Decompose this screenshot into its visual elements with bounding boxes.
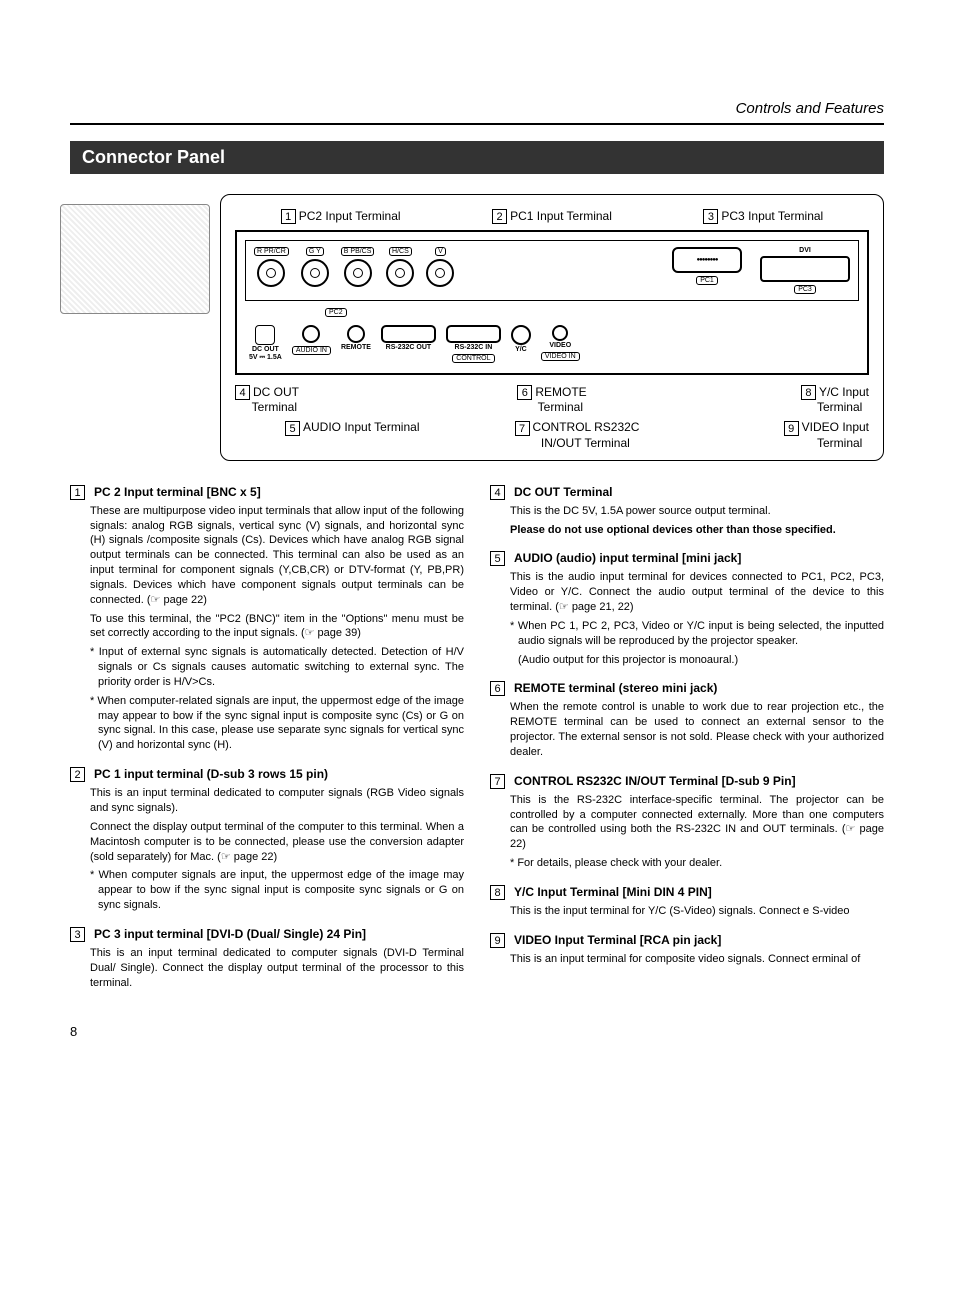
item-7-title: CONTROL RS232C IN/OUT Terminal [D-sub 9 … [514,774,796,788]
header-rule [70,123,884,125]
item-1-p2: To use this terminal, the "PC2 (BNC)" it… [90,612,464,642]
video-label: VIDEO [549,342,571,349]
bnc-b [344,259,372,287]
callout-1: PC2 Input Terminal [299,209,401,223]
rs232-in-port [446,325,501,343]
callout-6b: Terminal [538,400,583,414]
callout-5: AUDIO Input Terminal [303,420,420,434]
description-columns: 1PC 2 Input terminal [BNC x 5] These are… [70,485,884,1005]
item-3-p1: This is an input terminal dedicated to c… [90,946,464,991]
item-3-title: PC 3 input terminal [DVI-D (Dual/ Single… [94,927,366,941]
yc-label: Y/C [515,346,527,353]
item-5-p1: This is the audio input terminal for dev… [510,570,884,615]
callout-num-1: 1 [281,209,296,224]
audio-jack [302,325,320,343]
item-7-p1: This is the RS-232C interface-specific t… [510,793,884,852]
item-1-n2: * When computer-related signals are inpu… [90,694,464,753]
audioin-label: AUDIO IN [292,346,331,355]
item-5-n2: (Audio output for this projector is mono… [510,653,884,668]
bnc-label-g: G Y [306,247,324,256]
callout-7b: IN/OUT Terminal [541,436,630,450]
callout-8b: Terminal [817,400,862,414]
bnc-label-h: H/CS [389,247,412,256]
yc-port [511,325,531,345]
dcout-label2: 5V ⎓ 1.5A [249,354,282,361]
bnc-label-v: V [435,247,446,256]
connector-diagram: 1PC2 Input Terminal 2PC1 Input Terminal … [220,194,884,461]
item-4-title: DC OUT Terminal [514,485,612,499]
bnc-label-b: B PB/CS [341,247,375,256]
callout-num-3: 3 [703,209,718,224]
dcout-port [255,325,275,345]
video-port [552,325,568,341]
callout-7a: CONTROL RS232C [533,420,640,434]
dcout-label1: DC OUT [252,346,279,353]
header-section: Controls and Features [70,100,884,117]
pc3-dvi-port [760,256,850,282]
page-number: 8 [70,1024,884,1039]
item-2-p2: Connect the display output terminal of t… [90,820,464,865]
item-8-p1: This is the input terminal for Y/C (S-Vi… [510,904,884,919]
bnc-r [257,259,285,287]
callout-9b: Terminal [817,436,862,450]
remote-label: REMOTE [341,344,371,351]
item-1-p1: These are multipurpose video input termi… [90,504,464,608]
item-6-p1: When the remote control is unable to wor… [510,700,884,759]
videoin-label: VIDEO IN [541,352,580,361]
callout-4b: Terminal [252,400,297,414]
item-4-p1: This is the DC 5V, 1.5A power source out… [510,504,884,519]
remote-jack [347,325,365,343]
item-5-title: AUDIO (audio) input terminal [mini jack] [514,551,741,565]
rsout-label: RS-232C OUT [386,344,432,351]
pc1-port [672,247,742,273]
callout-9a: VIDEO Input [802,420,869,434]
item-9-title: VIDEO Input Terminal [RCA pin jack] [514,933,721,947]
pc3-label: PC3 [794,285,816,294]
item-1-n1: * Input of external sync signals is auto… [90,645,464,690]
item-9-p1: This is an input terminal for composite … [510,952,884,967]
callout-3: PC3 Input Terminal [721,209,823,223]
pc1-label: PC1 [696,276,718,285]
callout-2: PC1 Input Terminal [510,209,612,223]
item-2-p1: This is an input terminal dedicated to c… [90,786,464,816]
connector-panel-drawing: R PR/CR G Y B PB/CS H/CS V PC1 DVI PC3 P… [235,230,869,375]
control-label: CONTROL [452,354,494,363]
bnc-label-r: R PR/CR [254,247,289,256]
bnc-h [386,259,414,287]
rsin-label: RS-232C IN [455,344,493,351]
projector-illustration [60,204,210,314]
item-6-title: REMOTE terminal (stereo mini jack) [514,681,717,695]
callout-6a: REMOTE [535,385,586,399]
item-2-title: PC 1 input terminal (D-sub 3 rows 15 pin… [94,767,328,781]
item-7-n1: * For details, please check with your de… [510,856,884,871]
rs232-out-port [381,325,436,343]
callout-4a: DC OUT [253,385,299,399]
pc2-label: PC2 [325,308,347,317]
callout-num-2: 2 [492,209,507,224]
item-2-n1: * When computer signals are input, the u… [90,868,464,913]
section-title: Connector Panel [70,141,884,174]
dvi-label: DVI [799,247,811,254]
callout-8a: Y/C Input [819,385,869,399]
item-1-title: PC 2 Input terminal [BNC x 5] [94,485,261,499]
item-8-title: Y/C Input Terminal [Mini DIN 4 PIN] [514,885,712,899]
bnc-v [426,259,454,287]
item-4-p2: Please do not use optional devices other… [510,523,884,538]
bnc-g [301,259,329,287]
item-5-n1: * When PC 1, PC 2, PC3, Video or Y/C inp… [510,619,884,649]
